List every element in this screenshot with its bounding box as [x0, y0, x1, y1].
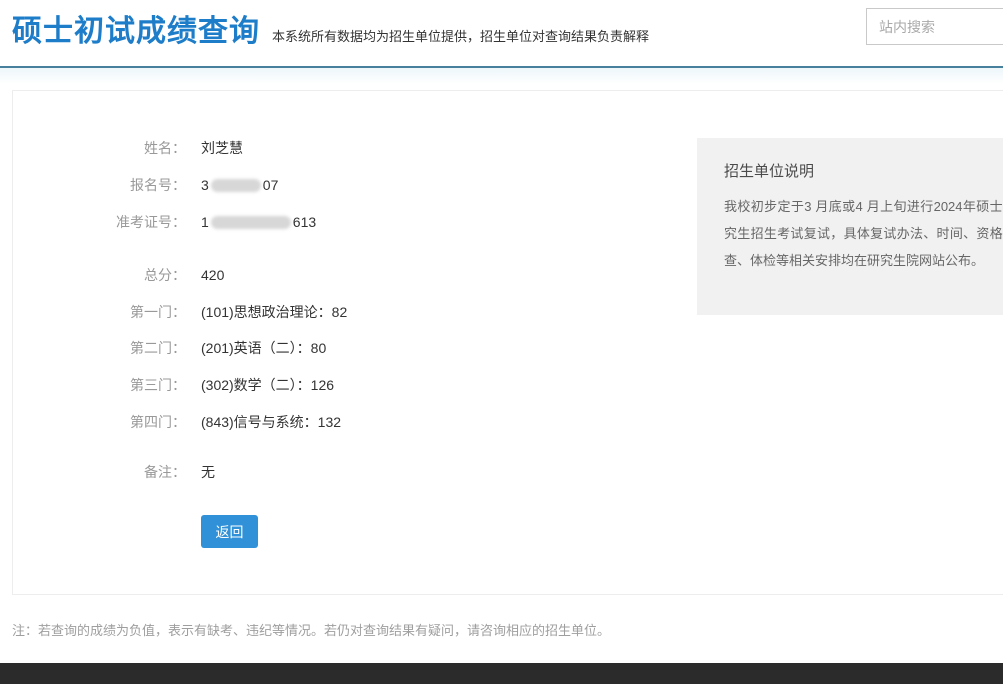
value-suffix: 613 — [293, 214, 316, 230]
field-value: (843)信号与系统：132 — [201, 412, 341, 432]
value-prefix: 1 — [201, 214, 209, 230]
field-value: (302)数学（二）：126 — [201, 375, 334, 395]
field-row-remark: 备注： 无 — [13, 462, 713, 482]
field-value: 3 07 — [201, 175, 278, 195]
field-label: 第一门： — [13, 302, 186, 322]
header-divider-glow — [0, 68, 1003, 84]
page-title: 硕士初试成绩查询 — [12, 6, 260, 50]
info-panel-title: 招生单位说明 — [724, 160, 1003, 181]
value-suffix: 07 — [263, 177, 279, 193]
redaction-blur — [211, 216, 291, 229]
field-value: (101)思想政治理论：82 — [201, 302, 347, 322]
field-row-subject-2: 第二门： (201)英语（二）：80 — [13, 338, 713, 358]
page-footer — [0, 663, 1003, 684]
info-panel-body: 我校初步定于3 月底或4 月上旬进行2024年硕士研究生招生考试复试，具体复试办… — [724, 193, 1003, 274]
field-row-name: 姓名： 刘芝慧 — [13, 138, 713, 158]
field-label: 第三门： — [13, 375, 186, 395]
field-label: 准考证号： — [13, 212, 186, 232]
field-label: 报名号： — [13, 175, 186, 195]
field-label: 总分： — [13, 265, 186, 285]
field-label: 第四门： — [13, 412, 186, 432]
redaction-blur — [211, 179, 261, 192]
back-button[interactable]: 返回 — [201, 515, 258, 548]
page: 硕士初试成绩查询 本系统所有数据均为招生单位提供，招生单位对查询结果负责解释 姓… — [0, 0, 1003, 684]
field-value: 无 — [201, 462, 215, 482]
field-value: (201)英语（二）：80 — [201, 338, 326, 358]
footnote: 注：若查询的成绩为负值，表示有缺考、违纪等情况。若仍对查询结果有疑问，请咨询相应… — [12, 620, 610, 639]
field-row-admission-ticket-number: 准考证号： 1613 — [13, 212, 713, 232]
field-value: 刘芝慧 — [201, 138, 243, 158]
field-row-total-score: 总分： 420 — [13, 265, 713, 285]
info-panel: 招生单位说明 我校初步定于3 月底或4 月上旬进行2024年硕士研究生招生考试复… — [697, 138, 1003, 315]
value-prefix: 3 — [201, 177, 209, 193]
field-row-subject-3: 第三门： (302)数学（二）：126 — [13, 375, 713, 395]
search-input[interactable] — [866, 8, 1003, 45]
header-subtitle: 本系统所有数据均为招生单位提供，招生单位对查询结果负责解释 — [272, 26, 649, 45]
field-row-registration-number: 报名号： 3 07 — [13, 175, 713, 195]
field-row-subject-1: 第一门： (101)思想政治理论：82 — [13, 302, 713, 322]
field-label: 第二门： — [13, 338, 186, 358]
field-label: 备注： — [13, 462, 186, 482]
field-value: 1613 — [201, 212, 316, 232]
field-label: 姓名： — [13, 138, 186, 158]
field-row-subject-4: 第四门： (843)信号与系统：132 — [13, 412, 713, 432]
field-value: 420 — [201, 265, 224, 285]
